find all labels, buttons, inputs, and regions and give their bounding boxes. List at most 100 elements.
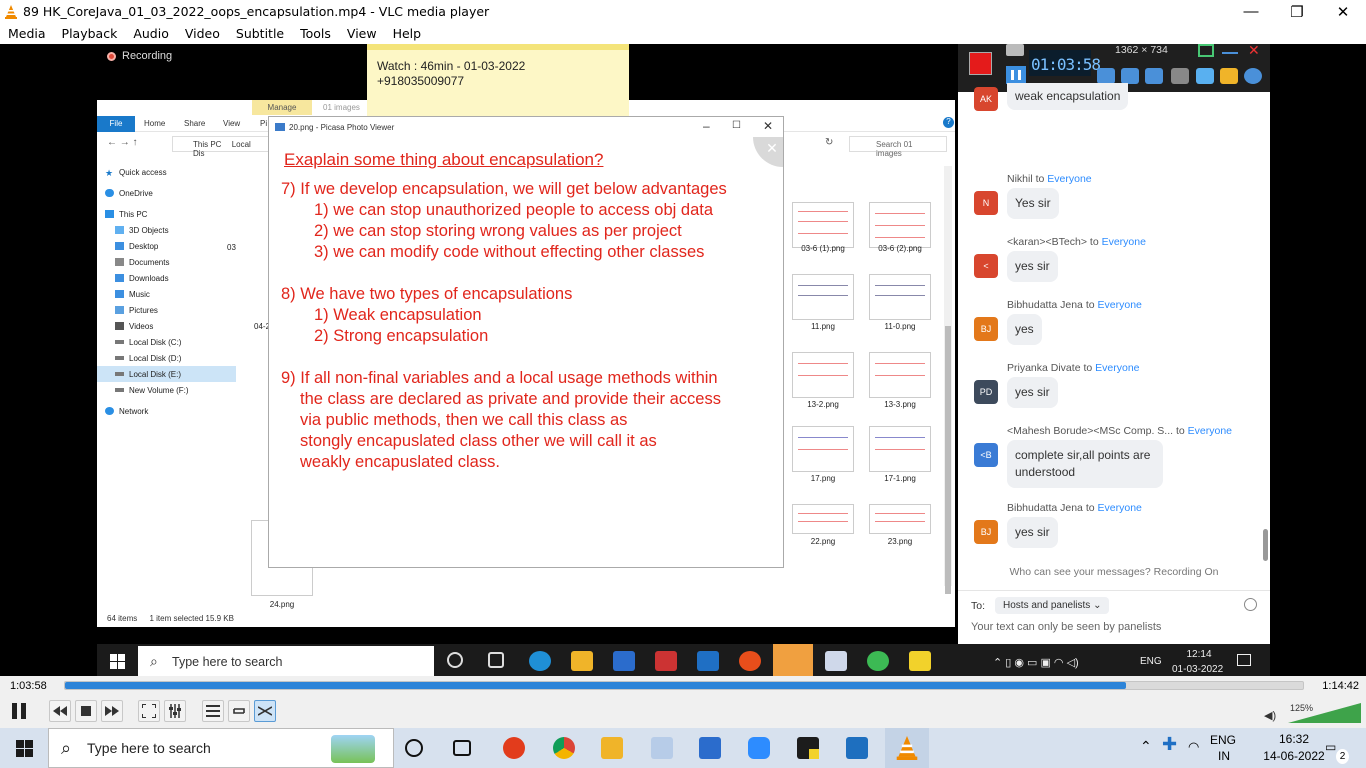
next-button[interactable]: [101, 700, 123, 722]
edge-icon: [529, 651, 551, 671]
slide-content: Exaplain some thing about encapsulation?…: [281, 149, 786, 473]
nav-item: Desktop: [105, 238, 245, 254]
window-icon: [1198, 44, 1214, 57]
zoom-icon[interactable]: [748, 737, 770, 759]
start-icon[interactable]: [16, 740, 33, 760]
recipient-dropdown: Hosts and panelists ⌄: [995, 597, 1110, 614]
ribbon-share: Share: [184, 119, 206, 128]
chat-sender: <Mahesh Borude><MSc Comp. S... to Everyo…: [1007, 425, 1233, 437]
task-view-icon[interactable]: [453, 740, 471, 756]
taskbar-search[interactable]: ⌕ Type here to search: [48, 728, 394, 768]
folder-icon: [1220, 68, 1238, 84]
sticky-notes-icon: [909, 651, 931, 671]
video-frame[interactable]: Recording Manage 01 images File Home Sha…: [0, 43, 1366, 680]
thumbnail: [792, 352, 854, 398]
inner-time: 12:14: [1186, 649, 1212, 660]
camera-icon: [1006, 44, 1024, 56]
stop-record-icon: [969, 52, 992, 75]
menu-media[interactable]: Media: [8, 26, 46, 41]
chat-input: Your text can only be seen by panelists: [971, 621, 1162, 633]
slide-line: 2) Strong encapsulation: [314, 327, 489, 345]
previous-button[interactable]: [49, 700, 71, 722]
slide-line: 7) If we develop encapsulation, we will …: [281, 180, 727, 198]
menu-subtitle[interactable]: Subtitle: [236, 26, 284, 41]
picasa-title: 20.png - Picasa Photo Viewer: [289, 123, 395, 132]
thumbnail: [869, 202, 931, 248]
thumb-label: 11.png: [811, 322, 835, 331]
picasa-viewer-window: 20.png - Picasa Photo Viewer – ☐ ✕ ✕ Exa…: [268, 116, 784, 568]
inner-start-icon: [110, 654, 125, 669]
tray-app-icon[interactable]: ✚: [1162, 735, 1177, 753]
slide-line: 1) we can stop unauthorized people to ac…: [314, 201, 714, 219]
chat-recipient-row: To: Hosts and panelists ⌄: [971, 597, 1110, 614]
thumb-label: 03: [227, 243, 236, 252]
nav-arrows-icon: ← → ↑: [107, 137, 138, 148]
menu-video[interactable]: Video: [185, 26, 220, 41]
lang-1[interactable]: ENG: [1210, 733, 1236, 748]
zoom-app-icon: [773, 644, 813, 680]
avatar: BJ: [974, 317, 998, 341]
pause-button[interactable]: [6, 698, 32, 724]
menu-help[interactable]: Help: [393, 26, 422, 41]
notification-count: 2: [1336, 749, 1349, 764]
seek-bar[interactable]: [64, 681, 1304, 690]
recorder-app-icon[interactable]: [503, 737, 525, 759]
clock-date[interactable]: 14-06-2022: [1263, 749, 1325, 764]
picasa-title-bar: 20.png - Picasa Photo Viewer – ☐ ✕: [269, 117, 783, 137]
nav-item: Pictures: [105, 302, 245, 318]
photos-icon[interactable]: [846, 737, 868, 759]
minimize-button[interactable]: —: [1228, 0, 1274, 23]
chrome-icon[interactable]: [553, 737, 575, 759]
snipping-tool-icon[interactable]: [651, 737, 673, 759]
explorer-scrollbar: [944, 166, 952, 594]
vlc-taskbar-icon[interactable]: [885, 728, 929, 768]
loop-button[interactable]: [228, 700, 250, 722]
ms-store-icon[interactable]: [699, 737, 721, 759]
recorder-icon: [739, 651, 761, 671]
chat-divider: [958, 590, 1270, 591]
menu-tools[interactable]: Tools: [300, 26, 331, 41]
extended-settings-button[interactable]: [164, 700, 186, 722]
speaker-icon[interactable]: ◀): [1264, 709, 1276, 722]
chat-bubble: weak encapsulation: [1007, 83, 1129, 110]
picasa-icon: [275, 123, 285, 131]
inner-search-box: ⌕ Type here to search: [138, 646, 434, 678]
lang-2[interactable]: IN: [1218, 749, 1230, 764]
ribbon-picture: Pi: [260, 119, 268, 128]
chat-bubble: yes sir: [1007, 377, 1058, 408]
folder-tab: 01 images: [323, 103, 360, 112]
close-button[interactable]: ✕: [1320, 0, 1366, 23]
pause-record-icon: [1006, 66, 1026, 84]
file-explorer-icon[interactable]: [601, 737, 623, 759]
thumbnail: [792, 426, 854, 472]
cortana-icon[interactable]: [405, 739, 423, 757]
gift-icon: [655, 651, 677, 671]
thumb-label: 11-0.png: [884, 322, 916, 331]
ribbon-view: View: [223, 119, 241, 128]
menu-playback[interactable]: Playback: [62, 26, 118, 41]
network-icon[interactable]: ◠: [1188, 739, 1199, 754]
restore-button[interactable]: ❐: [1274, 0, 1320, 23]
thumbnail: [792, 274, 854, 320]
inner-notification-icon: [1237, 654, 1251, 666]
fullscreen-button[interactable]: [138, 700, 160, 722]
picasa-maximize-icon: ☐: [732, 120, 741, 131]
stop-button[interactable]: [75, 700, 97, 722]
menu-view[interactable]: View: [347, 26, 377, 41]
recording-label: Recording: [122, 50, 173, 62]
vlc-title-bar: 89 HK_CoreJava_01_03_2022_oops_encapsula…: [0, 0, 1366, 23]
tray-chevron-icon[interactable]: ⌃: [1140, 739, 1152, 754]
chat-bubble: complete sir,all points are understood: [1007, 440, 1163, 488]
sticky-notes-icon[interactable]: [797, 737, 819, 759]
playlist-button[interactable]: [202, 700, 224, 722]
explorer-status: 64 items 1 item selected 15.9 KB: [107, 614, 234, 623]
webcam-icon: [1145, 68, 1163, 84]
nav-item: Network: [105, 403, 245, 419]
slide-line: 8) We have two types of encapsulations: [281, 285, 573, 303]
notification-icon[interactable]: ▭: [1325, 740, 1336, 755]
shuffle-button[interactable]: [254, 700, 276, 722]
clock-time[interactable]: 16:32: [1263, 732, 1325, 747]
slide-line: 9) If all non-final variables and a loca…: [281, 369, 718, 387]
menu-audio[interactable]: Audio: [133, 26, 169, 41]
search-icon: ⌕: [61, 738, 72, 758]
